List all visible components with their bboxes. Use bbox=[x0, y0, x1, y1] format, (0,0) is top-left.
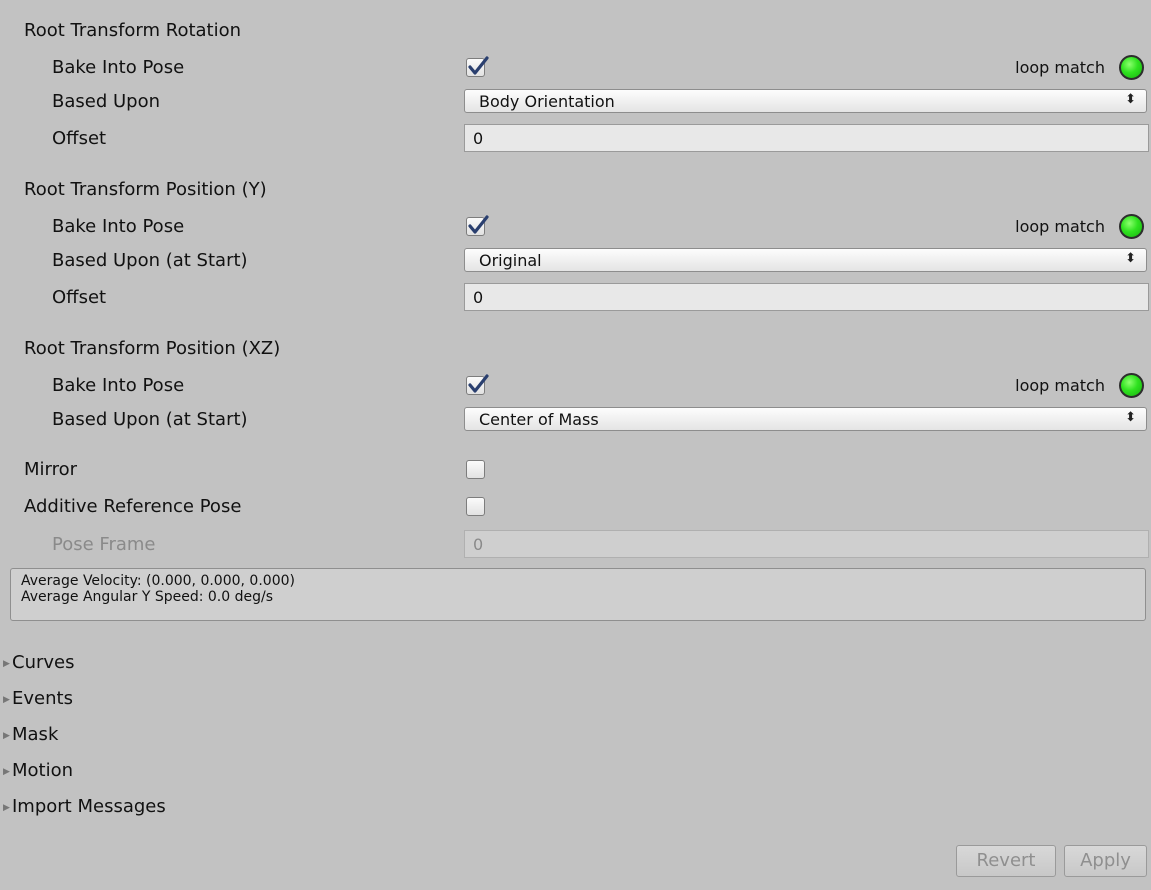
additive-row: Additive Reference Pose bbox=[0, 492, 1151, 522]
rotation-bake-checkbox[interactable] bbox=[466, 56, 489, 77]
foldout-label: Mask bbox=[12, 724, 59, 745]
rotation-offset-field[interactable]: 0 bbox=[464, 124, 1149, 152]
pose-frame-label: Pose Frame bbox=[52, 534, 156, 555]
position-y-based-upon-dropdown[interactable]: Original ⬍ bbox=[464, 248, 1147, 272]
rotation-offset-row: Offset 0 bbox=[0, 124, 1151, 154]
apply-button[interactable]: Apply bbox=[1064, 845, 1147, 877]
bake-into-pose-label: Bake Into Pose bbox=[52, 375, 185, 396]
dropdown-arrows-icon: ⬍ bbox=[1125, 92, 1136, 107]
section-title: Root Transform Rotation bbox=[24, 20, 242, 41]
foldout-events[interactable]: ▶ Events bbox=[0, 685, 400, 715]
position-xz-bake-row: Bake Into Pose loop match bbox=[0, 371, 1151, 401]
foldout-triangle-icon: ▶ bbox=[3, 659, 10, 669]
section-title: Root Transform Position (Y) bbox=[24, 179, 267, 200]
field-value: 0 bbox=[473, 288, 484, 307]
foldout-import-messages[interactable]: ▶ Import Messages bbox=[0, 793, 400, 823]
foldout-triangle-icon: ▶ bbox=[3, 695, 10, 705]
dropdown-value: Original bbox=[479, 251, 542, 270]
position-xz-based-row: Based Upon (at Start) Center of Mass ⬍ bbox=[0, 405, 1151, 435]
based-upon-label: Based Upon (at Start) bbox=[52, 409, 248, 430]
foldout-motion[interactable]: ▶ Motion bbox=[0, 757, 400, 787]
checkmark-icon bbox=[468, 215, 489, 234]
based-upon-label: Based Upon (at Start) bbox=[52, 250, 248, 271]
motion-info-box: Average Velocity: (0.000, 0.000, 0.000) … bbox=[10, 568, 1146, 621]
pose-frame-row: Pose Frame 0 bbox=[0, 530, 1151, 560]
position-xz-bake-checkbox[interactable] bbox=[466, 374, 489, 395]
foldout-mask[interactable]: ▶ Mask bbox=[0, 721, 400, 751]
loop-match-indicator-icon bbox=[1119, 214, 1144, 239]
loop-match-label: loop match bbox=[1015, 58, 1105, 77]
mirror-checkbox[interactable] bbox=[466, 460, 485, 479]
average-velocity-text: Average Velocity: (0.000, 0.000, 0.000) bbox=[21, 573, 295, 589]
foldout-label: Motion bbox=[12, 760, 74, 781]
position-y-bake-row: Bake Into Pose loop match bbox=[0, 212, 1151, 242]
dropdown-value: Body Orientation bbox=[479, 92, 615, 111]
rotation-bake-row: Bake Into Pose loop match bbox=[0, 53, 1151, 83]
loop-match-indicator-icon bbox=[1119, 55, 1144, 80]
additive-reference-pose-label: Additive Reference Pose bbox=[24, 496, 242, 517]
foldout-triangle-icon: ▶ bbox=[3, 803, 10, 813]
based-upon-label: Based Upon bbox=[52, 91, 160, 112]
loop-match-label: loop match bbox=[1015, 376, 1105, 395]
dropdown-value: Center of Mass bbox=[479, 410, 599, 429]
foldout-label: Events bbox=[12, 688, 73, 709]
foldout-label: Import Messages bbox=[12, 796, 166, 817]
position-y-based-row: Based Upon (at Start) Original ⬍ bbox=[0, 246, 1151, 276]
additive-reference-pose-checkbox[interactable] bbox=[466, 497, 485, 516]
mirror-row: Mirror bbox=[0, 455, 1151, 485]
rotation-based-row: Based Upon Body Orientation ⬍ bbox=[0, 87, 1151, 117]
dropdown-arrows-icon: ⬍ bbox=[1125, 251, 1136, 266]
foldout-triangle-icon: ▶ bbox=[3, 767, 10, 777]
foldout-triangle-icon: ▶ bbox=[3, 731, 10, 741]
offset-label: Offset bbox=[52, 128, 107, 149]
offset-label: Offset bbox=[52, 287, 107, 308]
position-y-offset-field[interactable]: 0 bbox=[464, 283, 1149, 311]
checkmark-icon bbox=[468, 56, 489, 75]
field-value: 0 bbox=[473, 535, 484, 554]
position-xz-based-upon-dropdown[interactable]: Center of Mass ⬍ bbox=[464, 407, 1147, 431]
animation-import-inspector: Root Transform Rotation Bake Into Pose l… bbox=[0, 0, 1151, 890]
pose-frame-field: 0 bbox=[464, 530, 1149, 558]
rotation-based-upon-dropdown[interactable]: Body Orientation ⬍ bbox=[464, 89, 1147, 113]
section-title: Root Transform Position (XZ) bbox=[24, 338, 281, 359]
mirror-label: Mirror bbox=[24, 459, 78, 480]
bake-into-pose-label: Bake Into Pose bbox=[52, 216, 185, 237]
dropdown-arrows-icon: ⬍ bbox=[1125, 410, 1136, 425]
foldout-curves[interactable]: ▶ Curves bbox=[0, 649, 400, 679]
position-y-bake-checkbox[interactable] bbox=[466, 215, 489, 236]
loop-match-label: loop match bbox=[1015, 217, 1105, 236]
bake-into-pose-label: Bake Into Pose bbox=[52, 57, 185, 78]
field-value: 0 bbox=[473, 129, 484, 148]
foldout-label: Curves bbox=[12, 652, 75, 673]
position-y-section-header: Root Transform Position (Y) bbox=[0, 175, 1151, 205]
rotation-section-header: Root Transform Rotation bbox=[0, 16, 1151, 46]
position-y-offset-row: Offset 0 bbox=[0, 283, 1151, 313]
revert-button[interactable]: Revert bbox=[956, 845, 1056, 877]
loop-match-indicator-icon bbox=[1119, 373, 1144, 398]
checkmark-icon bbox=[468, 374, 489, 393]
average-angular-speed-text: Average Angular Y Speed: 0.0 deg/s bbox=[21, 589, 273, 605]
position-xz-section-header: Root Transform Position (XZ) bbox=[0, 334, 1151, 364]
